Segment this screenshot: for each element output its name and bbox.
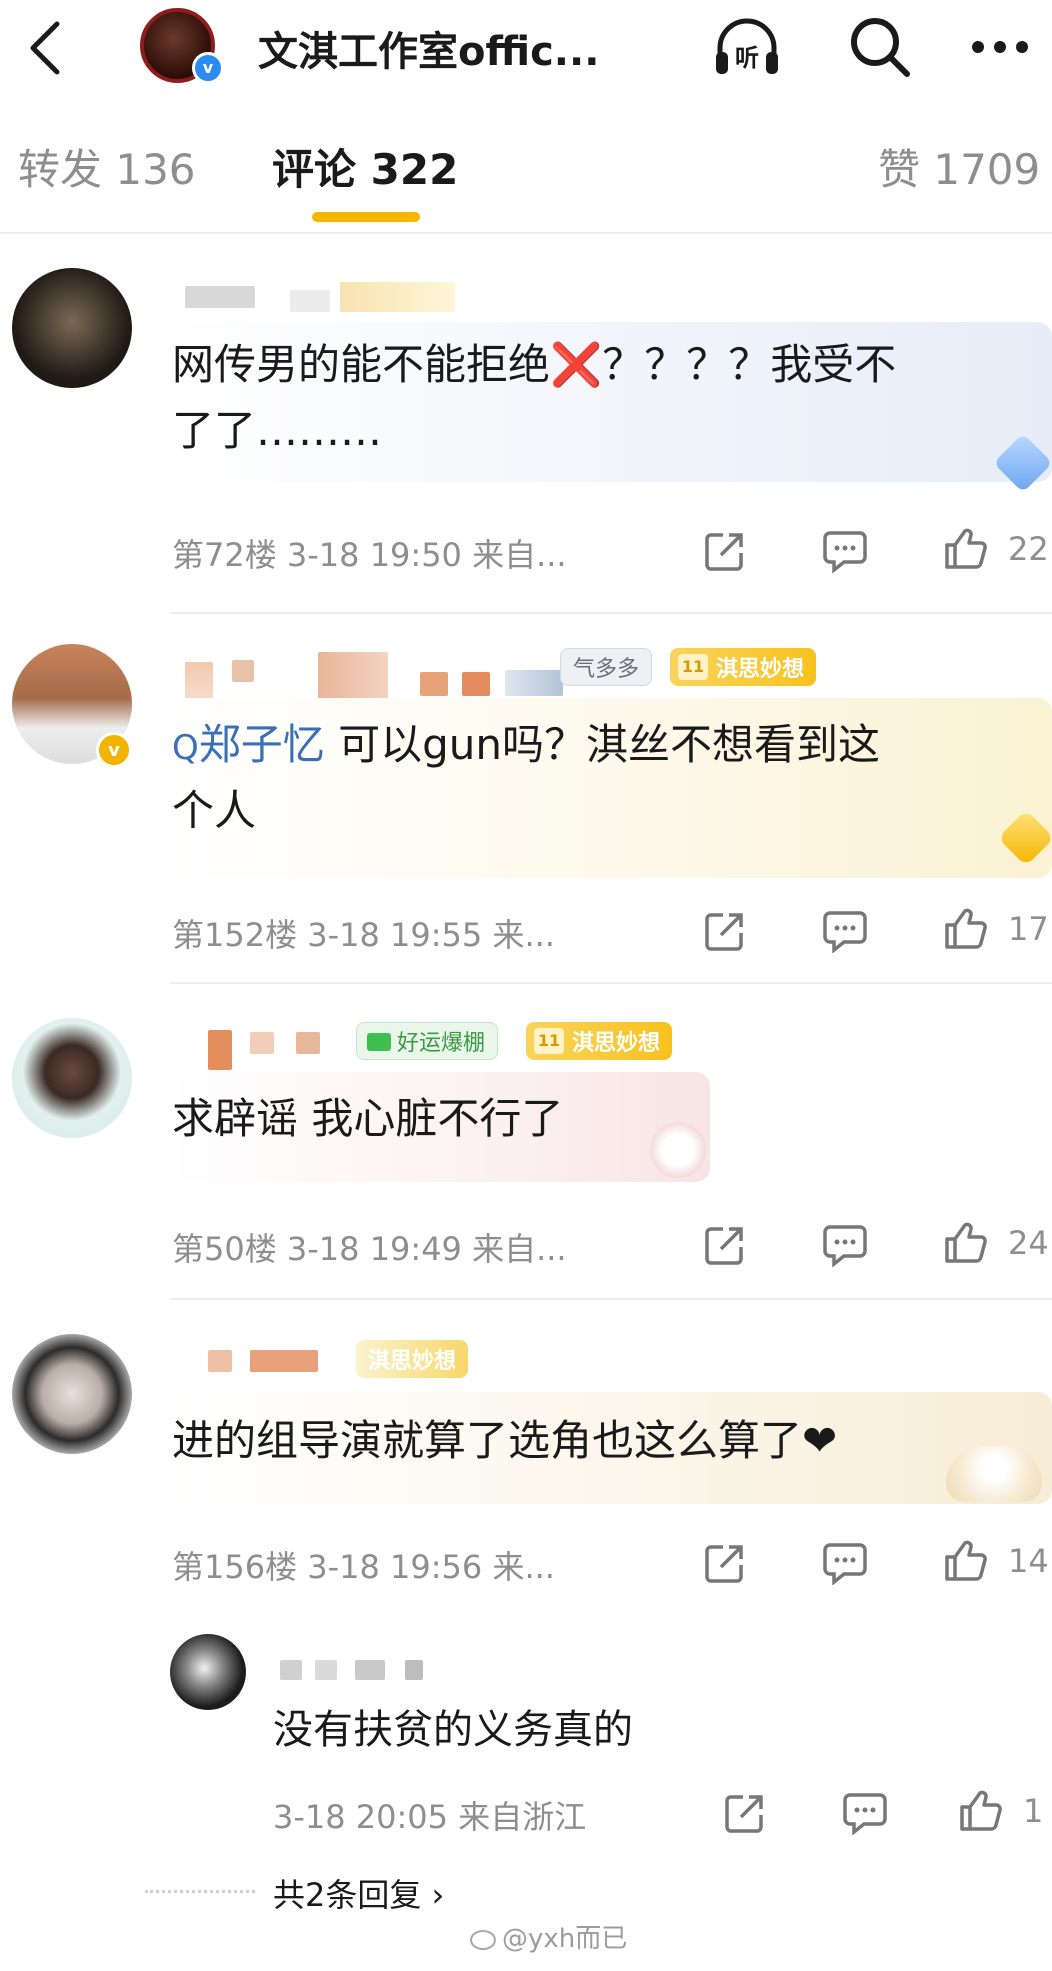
like-count: 1 — [1023, 1792, 1044, 1830]
username-blurred-part — [355, 1660, 385, 1680]
username-blurred-part — [250, 1350, 318, 1372]
comment-item: 好运爆棚 11 淇思妙想 求辟谣 我心脏不行了 第50楼 3-18 19:49 … — [0, 1006, 1052, 1296]
search-term: 郑子忆 — [198, 720, 325, 769]
chat-green-icon — [367, 1033, 391, 1051]
username-blurred-part — [405, 1660, 423, 1680]
fan-badge: 好运爆棚 — [356, 1022, 499, 1060]
comment-item: v 气多多 11 淇思妙想 Q郑子忆 可以gun吗？淇丝不想看到这 个人 第15… — [0, 632, 1052, 982]
reply-meta: 3-18 20:05 来自浙江 — [273, 1798, 587, 1836]
more-icon[interactable] — [965, 12, 1035, 82]
share-icon[interactable] — [700, 906, 750, 956]
comment-text-rest: 可以gun吗？淇丝不想看到这 — [338, 720, 881, 769]
comment-text-line2: 个人 — [172, 786, 257, 835]
search-link[interactable]: Q郑子忆 — [172, 720, 325, 769]
comment-icon[interactable] — [820, 906, 870, 956]
watermark-text: @yxh而已 — [502, 1924, 628, 1954]
like-icon[interactable] — [940, 1218, 990, 1268]
username-blurred-part — [420, 672, 448, 696]
like-icon[interactable] — [940, 524, 990, 574]
listen-icon[interactable]: 听 — [712, 12, 782, 82]
weibo-logo-icon — [470, 1929, 496, 1950]
fan-badge-label: 好运爆棚 — [397, 1031, 486, 1056]
fan-level-number: 11 — [678, 654, 708, 680]
search-small-icon: Q — [172, 728, 199, 768]
like-count: 24 — [1008, 1224, 1049, 1262]
tab-repost[interactable]: 转发 136 — [18, 136, 196, 197]
watermark: @yxh而已 — [470, 1918, 627, 1955]
username-blurred-part — [318, 652, 388, 704]
comment-text-line2: 了了……… — [172, 406, 383, 455]
username-blurred-part — [462, 672, 490, 696]
username-blurred-part — [505, 670, 563, 696]
comment-icon[interactable] — [820, 1538, 870, 1588]
username-blurred[interactable] — [208, 1350, 232, 1372]
username-blurred-part — [232, 660, 254, 682]
verified-icon: v — [96, 732, 132, 768]
comment-item: 网传男的能不能拒绝❌？？？？我受不 了了……… 第72楼 3-18 19:50 … — [0, 262, 1052, 602]
tab-bar: 转发 136 评论 322 赞 1709 — [0, 128, 1052, 198]
comment-icon[interactable] — [820, 526, 870, 576]
divider — [0, 232, 1052, 234]
avatar[interactable] — [12, 268, 132, 388]
comment-text: 网传男的能不能拒绝❌？？？？我受不 — [172, 340, 897, 389]
reply-avatar[interactable] — [170, 1634, 246, 1710]
comment-text: 进的组导演就算了选角也这么算了❤ — [172, 1416, 838, 1465]
comment-meta: 第72楼 3-18 19:50 来自... — [172, 536, 567, 574]
view-replies-link[interactable]: 共2条回复 › — [273, 1870, 444, 1916]
fan-badge-label: 淇思妙想 — [716, 657, 805, 682]
divider — [170, 612, 1052, 614]
username-blurred-part — [290, 290, 330, 312]
like-icon[interactable] — [955, 1786, 1005, 1836]
avatar[interactable] — [12, 1018, 132, 1138]
like-count: 22 — [1008, 530, 1049, 568]
fan-badge-blurred — [340, 282, 455, 312]
username-blurred[interactable] — [208, 1030, 232, 1070]
tab-comments[interactable]: 评论 322 — [272, 136, 458, 197]
username-blurred-part — [296, 1032, 320, 1054]
share-icon[interactable] — [700, 1220, 750, 1270]
share-icon[interactable] — [700, 526, 750, 576]
comment-text: Q郑子忆 可以gun吗？淇丝不想看到这 — [172, 712, 880, 781]
active-tab-indicator — [312, 212, 420, 222]
account-avatar[interactable]: v — [140, 7, 250, 88]
divider — [170, 1298, 1052, 1300]
account-title[interactable]: 文淇工作室offic... — [258, 19, 638, 77]
comment-icon[interactable] — [820, 1220, 870, 1270]
fan-badge: 淇思妙想 — [356, 1340, 469, 1378]
reply-username-blurred[interactable] — [280, 1660, 302, 1680]
like-icon[interactable] — [940, 904, 990, 954]
comment-meta: 第156楼 3-18 19:56 来... — [172, 1548, 555, 1586]
fan-level-badge: 11 淇思妙想 — [670, 648, 817, 686]
dotted-divider — [145, 1890, 255, 1893]
comment-meta: 第50楼 3-18 19:49 来自... — [172, 1230, 567, 1268]
fan-badge: 气多多 — [560, 648, 653, 686]
comment-icon[interactable] — [840, 1788, 890, 1838]
listen-label: 听 — [735, 44, 759, 72]
share-icon[interactable] — [720, 1788, 770, 1838]
username-blurred[interactable] — [185, 286, 255, 308]
sheep-sticker-icon — [650, 1122, 706, 1178]
like-count: 14 — [1008, 1542, 1049, 1580]
verified-icon: v — [192, 51, 224, 84]
back-icon[interactable] — [20, 18, 70, 78]
bun-sticker-icon — [946, 1446, 1042, 1502]
fan-badge-label: 淇思妙想 — [572, 1031, 661, 1056]
share-icon[interactable] — [700, 1538, 750, 1588]
username-blurred-part — [315, 1660, 337, 1680]
like-count: 17 — [1008, 910, 1049, 948]
username-blurred-part — [250, 1032, 274, 1054]
reply-item: 没有扶贫的义务真的 3-18 20:05 来自浙江 1 共2条回复 › — [145, 1620, 1052, 1960]
fan-level-number: 11 — [534, 1028, 564, 1054]
comment-item: 淇思妙想 进的组导演就算了选角也这么算了❤ 第156楼 3-18 19:56 来… — [0, 1320, 1052, 1620]
like-icon[interactable] — [940, 1536, 990, 1586]
comment-meta: 第152楼 3-18 19:55 来... — [172, 916, 555, 954]
avatar[interactable] — [12, 1334, 132, 1454]
fan-level-badge: 11 淇思妙想 — [526, 1022, 673, 1060]
reply-text: 没有扶贫的义务真的 — [273, 1707, 633, 1753]
divider — [170, 982, 1052, 984]
tab-likes[interactable]: 赞 1709 — [878, 136, 1040, 197]
search-icon[interactable] — [845, 12, 915, 82]
comment-text: 求辟谣 我心脏不行了 — [172, 1094, 564, 1143]
